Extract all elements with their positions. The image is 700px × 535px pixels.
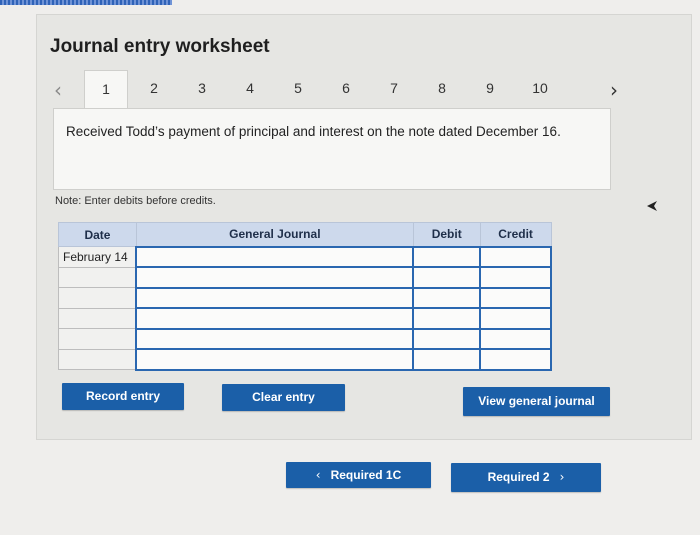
chevron-right-icon: › — [559, 470, 565, 484]
tab-4[interactable]: 4 — [228, 70, 272, 108]
clear-entry-button[interactable]: Clear entry — [222, 384, 345, 411]
tab-7[interactable]: 7 — [372, 70, 416, 108]
credit-input[interactable] — [479, 307, 552, 330]
credit-input[interactable] — [479, 245, 552, 268]
account-input[interactable] — [135, 327, 415, 350]
table-header-row: Date General Journal Debit Credit — [58, 222, 552, 247]
debit-input[interactable] — [412, 348, 482, 371]
journal-table: Date General Journal Debit Credit Februa… — [58, 222, 552, 371]
table-row — [58, 266, 552, 289]
debit-input[interactable] — [412, 245, 482, 268]
table-row — [58, 348, 552, 371]
page-title: Journal entry worksheet — [50, 36, 270, 57]
chevron-left-icon[interactable]: ‹ — [54, 78, 62, 102]
record-entry-button[interactable]: Record entry — [62, 383, 184, 410]
header-debit: Debit — [412, 222, 481, 247]
debit-input[interactable] — [412, 307, 482, 330]
debit-input[interactable] — [412, 286, 482, 309]
account-input[interactable] — [135, 348, 415, 371]
view-general-journal-button[interactable]: View general journal — [463, 387, 610, 416]
table-row — [58, 307, 552, 330]
debit-input[interactable] — [412, 266, 482, 289]
required-next-button[interactable]: Required 2 › — [451, 463, 601, 492]
required-next-label: Required 2 — [487, 470, 550, 484]
question-box: Received Todd’s payment of principal and… — [53, 108, 611, 190]
required-prev-button[interactable]: ‹ Required 1C — [286, 462, 431, 488]
account-input[interactable] — [135, 286, 415, 309]
date-cell[interactable] — [58, 328, 137, 350]
table-row — [58, 327, 552, 350]
tab-9[interactable]: 9 — [468, 70, 512, 108]
tab-2[interactable]: 2 — [132, 70, 176, 108]
tab-5[interactable]: 5 — [276, 70, 320, 108]
credit-input[interactable] — [479, 348, 552, 371]
date-cell[interactable] — [58, 348, 137, 370]
tab-10[interactable]: 10 — [518, 70, 562, 108]
chevron-right-icon[interactable]: › — [610, 78, 618, 102]
date-cell[interactable] — [58, 307, 137, 329]
header-general-journal: General Journal — [135, 222, 414, 247]
credit-input[interactable] — [479, 327, 552, 350]
tab-1[interactable]: 1 — [84, 70, 128, 110]
tab-6[interactable]: 6 — [324, 70, 368, 108]
top-progress-strip — [0, 0, 172, 5]
required-prev-label: Required 1C — [330, 468, 402, 482]
debit-input[interactable] — [412, 327, 482, 350]
header-credit: Credit — [479, 222, 552, 247]
table-row: February 14 — [58, 245, 552, 268]
chevron-left-icon: ‹ — [315, 468, 321, 482]
credit-input[interactable] — [479, 266, 552, 289]
table-row — [58, 286, 552, 309]
tab-bar: ‹ 1 2 3 4 5 6 7 8 9 10 › — [48, 70, 628, 110]
tab-8[interactable]: 8 — [420, 70, 464, 108]
date-cell[interactable] — [58, 287, 137, 309]
tab-3[interactable]: 3 — [180, 70, 224, 108]
transaction-description: Received Todd’s payment of principal and… — [66, 124, 561, 139]
account-input[interactable] — [135, 245, 415, 268]
credit-input[interactable] — [479, 286, 552, 309]
date-cell[interactable]: February 14 — [58, 246, 137, 268]
header-date: Date — [58, 222, 137, 247]
mouse-cursor-icon — [647, 201, 657, 211]
account-input[interactable] — [135, 266, 415, 289]
entry-note: Note: Enter debits before credits. — [55, 195, 216, 207]
account-input[interactable] — [135, 307, 415, 330]
date-cell[interactable] — [58, 266, 137, 288]
